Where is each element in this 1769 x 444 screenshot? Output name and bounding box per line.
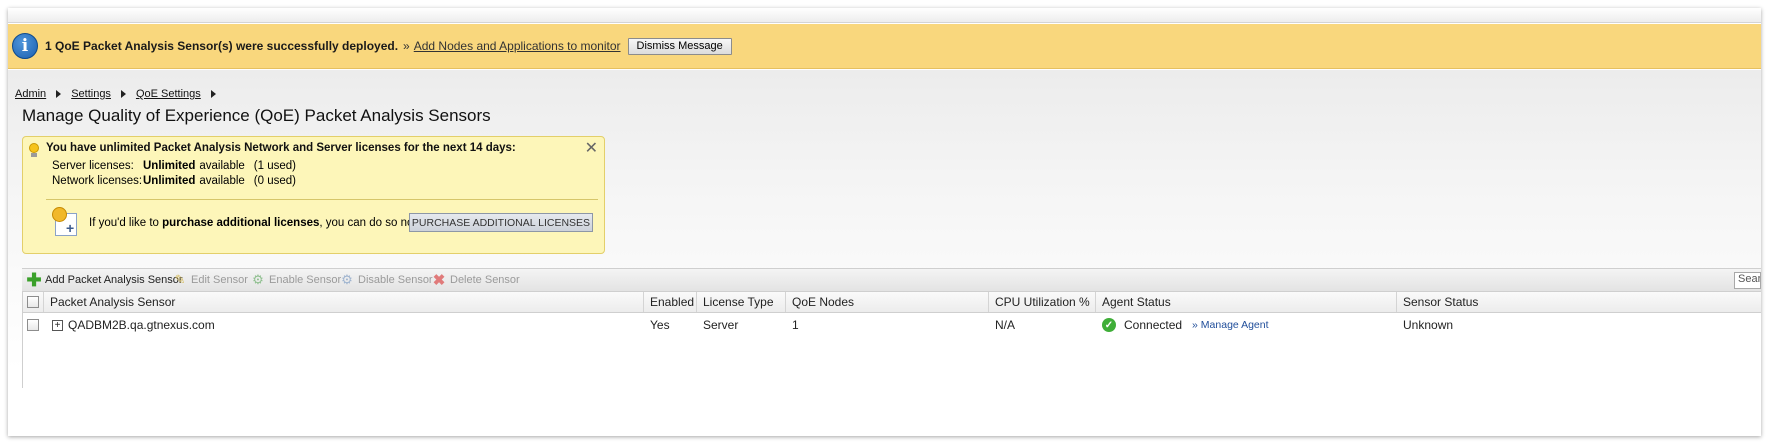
breadcrumb-arrow-icon — [120, 90, 126, 98]
top-strip — [8, 8, 1761, 23]
select-all-checkbox[interactable] — [27, 296, 39, 308]
col-header-sensor[interactable]: Packet Analysis Sensor — [44, 292, 644, 312]
notification-banner: i 1 QoE Packet Analysis Sensor(s) were s… — [8, 24, 1761, 69]
server-license-label: Server licenses: — [52, 160, 134, 172]
info-icon: i — [12, 33, 38, 59]
row-checkbox-cell — [23, 314, 44, 336]
banner-raquo: » — [403, 39, 410, 53]
col-header-sensor-status[interactable]: Sensor Status — [1397, 292, 1761, 312]
server-license-value: Unlimited — [143, 160, 196, 172]
breadcrumb-settings[interactable]: Settings — [71, 88, 111, 100]
network-license-label: Network licenses: — [52, 175, 143, 187]
table-row[interactable]: + QADBM2B.qa.gtnexus.com Yes Server 1 N/… — [23, 314, 1761, 336]
delete-sensor-label: Delete Sensor — [450, 274, 520, 286]
delete-icon: ✖ — [432, 272, 446, 289]
cell-sensor: + QADBM2B.qa.gtnexus.com — [44, 314, 644, 336]
purchase-text: If you'd like to purchase additional lic… — [89, 217, 424, 229]
col-header-cpu[interactable]: CPU Utilization % — [989, 292, 1096, 312]
disable-sensor-button[interactable]: ⚙ Disable Sensor — [340, 272, 433, 287]
delete-sensor-button[interactable]: ✖ Delete Sensor — [432, 272, 520, 289]
lightbulb-icon — [29, 143, 39, 157]
server-license-used: (1 used) — [253, 160, 296, 172]
pencil-icon: ✎ — [174, 272, 186, 287]
disable-gear-icon: ⚙ — [341, 272, 353, 287]
enable-gear-icon: ⚙ — [252, 272, 264, 287]
purchase-text-bold: purchase additional licenses — [162, 217, 320, 229]
edit-sensor-label: Edit Sensor — [191, 274, 248, 286]
edit-sensor-button[interactable]: ✎ Edit Sensor — [173, 272, 248, 287]
cell-agent-status: ✓ Connected » Manage Agent — [1096, 314, 1397, 336]
close-icon[interactable]: ✕ — [585, 138, 598, 158]
manage-agent-link[interactable]: » Manage Agent — [1192, 319, 1268, 331]
search-input[interactable]: Search — [1734, 272, 1761, 289]
cell-qoe-nodes: 1 — [792, 318, 799, 332]
cell-license-type: Server — [703, 318, 739, 332]
breadcrumb-qoe-settings[interactable]: QoE Settings — [136, 88, 201, 100]
license-notice: You have unlimited Packet Analysis Netwo… — [22, 136, 605, 254]
cell-sensor-status: Unknown — [1403, 318, 1454, 332]
enable-sensor-button[interactable]: ⚙ Enable Sensor — [251, 272, 342, 287]
server-license-row: Server licenses: Unlimited available (1 … — [52, 160, 296, 172]
license-divider — [46, 199, 598, 200]
col-header-agent-status[interactable]: Agent Status — [1096, 292, 1397, 312]
col-header-qoe-nodes[interactable]: QoE Nodes — [786, 292, 989, 312]
add-sensor-button[interactable]: ✚ Add Packet Analysis Sensor — [26, 270, 183, 290]
network-license-available: available — [199, 175, 245, 187]
network-license-used: (0 used) — [253, 175, 296, 187]
network-license-value: Unlimited — [143, 175, 196, 187]
app-window: i 1 QoE Packet Analysis Sensor(s) were s… — [8, 8, 1761, 436]
disable-sensor-label: Disable Sensor — [358, 274, 433, 286]
breadcrumb-admin[interactable]: Admin — [15, 88, 46, 100]
col-header-enabled[interactable]: Enabled — [644, 292, 697, 312]
breadcrumb: Admin Settings QoE Settings — [15, 88, 226, 100]
grid-toolbar: ✚ Add Packet Analysis Sensor ✎ Edit Sens… — [22, 268, 1761, 292]
sensor-name: QADBM2B.qa.gtnexus.com — [68, 318, 215, 332]
purchase-text-prefix: If you'd like to — [89, 217, 163, 229]
col-header-license-type[interactable]: License Type — [697, 292, 786, 312]
cell-enabled: Yes — [650, 318, 670, 332]
enable-sensor-label: Enable Sensor — [269, 274, 342, 286]
license-heading: You have unlimited Packet Analysis Netwo… — [46, 142, 516, 154]
dismiss-message-button[interactable]: Dismiss Message — [627, 37, 732, 55]
expand-icon[interactable]: + — [52, 319, 63, 331]
network-license-row: Network licenses: Unlimited available (0… — [52, 175, 296, 187]
add-nodes-link[interactable]: Add Nodes and Applications to monitor — [414, 39, 621, 53]
certificate-add-icon: + — [52, 207, 80, 237]
breadcrumb-arrow-icon — [210, 90, 216, 98]
server-license-available: available — [199, 160, 245, 172]
check-icon: ✓ — [1102, 318, 1116, 332]
page-title: Manage Quality of Experience (QoE) Packe… — [22, 106, 491, 125]
banner-message: 1 QoE Packet Analysis Sensor(s) were suc… — [45, 39, 399, 53]
cell-cpu: N/A — [995, 318, 1016, 332]
sensor-grid: Packet Analysis Sensor Enabled License T… — [22, 292, 1761, 388]
row-checkbox[interactable] — [27, 319, 39, 331]
purchase-licenses-button[interactable]: PURCHASE ADDITIONAL LICENSES — [409, 213, 593, 232]
select-all-column — [23, 292, 44, 312]
breadcrumb-arrow-icon — [56, 90, 62, 98]
add-icon: ✚ — [26, 270, 42, 290]
agent-status-text: Connected — [1124, 318, 1183, 332]
grid-header: Packet Analysis Sensor Enabled License T… — [23, 292, 1761, 313]
add-sensor-label: Add Packet Analysis Sensor — [45, 274, 183, 286]
